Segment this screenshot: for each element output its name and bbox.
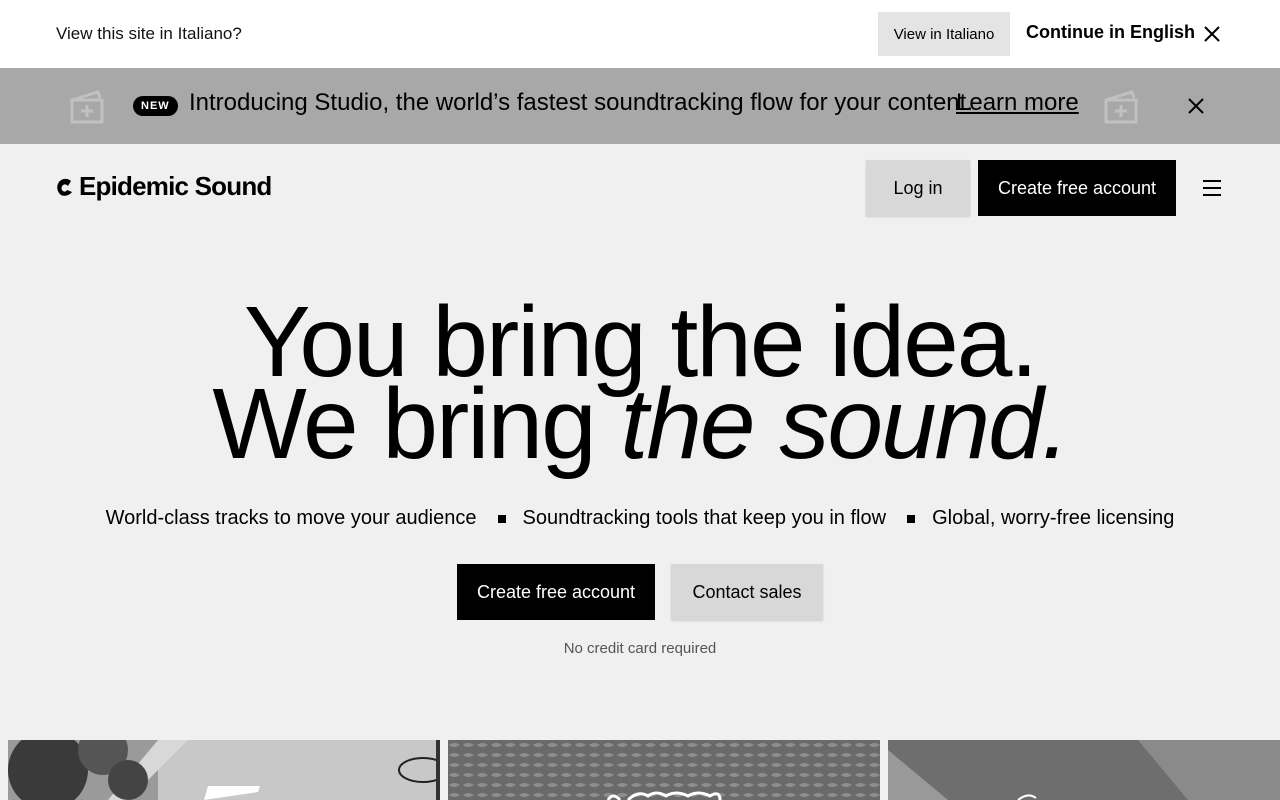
close-icon[interactable] — [1200, 22, 1224, 46]
create-free-account-button[interactable]: Create free account — [978, 160, 1176, 216]
epidemic-sound-logo[interactable]: Epidemic Sound — [56, 171, 272, 202]
feature-item: Global, worry-free licensing — [932, 507, 1175, 529]
hero-headline-line-2: We bring the sound. — [0, 374, 1280, 474]
announcement-text: Introducing Studio, the world’s fastest … — [189, 89, 973, 116]
hero-headline-italic: the sound. — [620, 368, 1070, 480]
view-in-italiano-button[interactable]: View in Italiano — [878, 12, 1010, 56]
announcement-banner: NEW Introducing Studio, the world’s fast… — [0, 68, 1280, 144]
log-in-button[interactable]: Log in — [866, 160, 970, 216]
bullet-separator — [497, 514, 506, 523]
feature-item: Soundtracking tools that keep you in flo… — [522, 507, 887, 529]
hero-headline-prefix: We bring — [212, 368, 621, 480]
new-badge: NEW — [133, 96, 178, 116]
showcase-image-tile[interactable] — [888, 740, 1280, 800]
language-suggestion-bar: View this site in Italiano? View in Ital… — [0, 0, 1280, 68]
feature-item: World-class tracks to move your audience — [105, 507, 477, 529]
hamburger-menu-icon[interactable] — [1200, 176, 1224, 200]
no-credit-card-note: No credit card required — [563, 640, 717, 657]
close-icon[interactable] — [1184, 94, 1208, 118]
feature-list: World-class tracks to move your audience… — [0, 507, 1280, 530]
bullet-separator — [907, 514, 916, 523]
clapperboard-icon — [1102, 86, 1142, 126]
contact-sales-button[interactable]: Contact sales — [671, 564, 823, 620]
learn-more-link[interactable]: Learn more — [956, 89, 1079, 117]
showcase-image-tile[interactable] — [448, 740, 880, 800]
clapperboard-icon — [68, 86, 108, 126]
showcase-image-tile[interactable] — [8, 740, 440, 800]
continue-in-english-link[interactable]: Continue in English — [1026, 22, 1195, 43]
hero-create-free-account-button[interactable]: Create free account — [457, 564, 655, 620]
logo-mark-icon — [56, 177, 74, 197]
logo-text: Epidemic Sound — [79, 171, 272, 201]
language-prompt: View this site in Italiano? — [56, 24, 242, 43]
